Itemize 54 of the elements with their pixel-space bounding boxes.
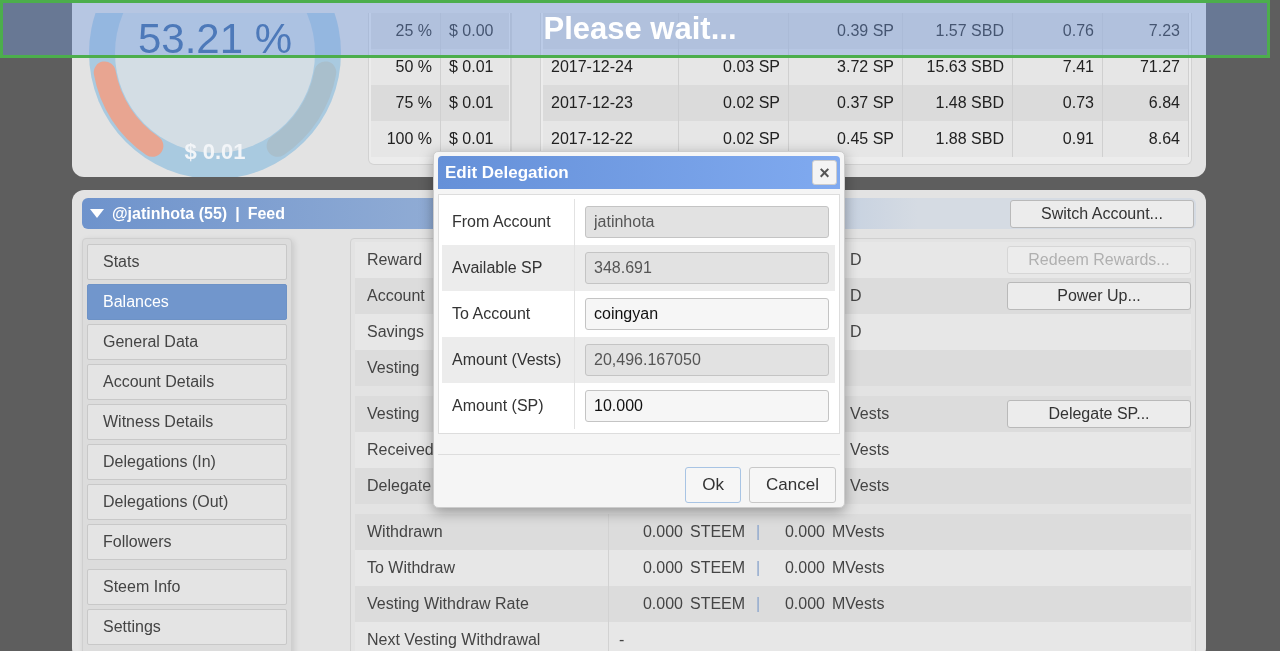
gauge-amount: $ 0.01 bbox=[184, 139, 246, 164]
separator-text: | bbox=[754, 595, 762, 613]
dialog-title: Edit Delegation bbox=[445, 162, 570, 183]
action-button[interactable]: Delegate SP... bbox=[1007, 400, 1191, 428]
loading-text: Please wait... bbox=[542, 11, 737, 47]
table-cell: 1.88 SBD bbox=[903, 121, 1013, 157]
close-button[interactable]: × bbox=[812, 160, 837, 185]
sidebar-item[interactable]: Followers bbox=[87, 524, 287, 560]
sidebar-item[interactable]: Delegations (In) bbox=[87, 444, 287, 480]
account-name: @jatinhota (55) bbox=[112, 204, 228, 223]
field-label: Amount (SP) bbox=[442, 383, 575, 429]
unit-text: STEEM bbox=[689, 559, 747, 577]
amount-text: 0.000 bbox=[783, 523, 825, 541]
sidebar-item[interactable]: Stats bbox=[87, 244, 287, 280]
input-field[interactable]: 348.691 bbox=[585, 252, 829, 284]
unit-text: STEEM bbox=[689, 523, 747, 541]
amount-text: 0.000 bbox=[641, 595, 683, 613]
action-button[interactable]: Power Up... bbox=[1007, 282, 1191, 310]
unit-text: MVests bbox=[831, 559, 886, 577]
table-cell: 8.64 bbox=[1103, 121, 1189, 157]
input-field[interactable]: coingyan bbox=[585, 298, 829, 330]
unit-text: MVests bbox=[831, 595, 886, 613]
dialog-button[interactable]: Cancel bbox=[749, 467, 836, 503]
sidebar-item[interactable]: Account Details bbox=[87, 364, 287, 400]
switch-account-button[interactable]: Switch Account... bbox=[1010, 199, 1194, 228]
value-text: Vests bbox=[849, 441, 891, 459]
unit-text: MVests bbox=[831, 523, 886, 541]
amount-text: 0.000 bbox=[641, 559, 683, 577]
sidebar-item[interactable]: Witness Details bbox=[87, 404, 287, 440]
value-text: D bbox=[849, 251, 863, 269]
value-text: D bbox=[849, 287, 863, 305]
value-text: Vests bbox=[849, 405, 891, 423]
separator-text: | bbox=[754, 559, 762, 577]
value-text: Vests bbox=[849, 477, 891, 495]
dialog-button[interactable]: Ok bbox=[685, 467, 742, 503]
row-label: Next Vesting Withdrawal bbox=[355, 622, 609, 651]
table-cell: 0.91 bbox=[1013, 121, 1103, 157]
sidebar-item[interactable]: General Data bbox=[87, 324, 287, 360]
input-field[interactable]: jatinhota bbox=[585, 206, 829, 238]
sidebar-item[interactable]: Delegations (Out) bbox=[87, 484, 287, 520]
amount-text: 0.000 bbox=[641, 523, 683, 541]
amount-text: 0.000 bbox=[783, 595, 825, 613]
value-text: D bbox=[849, 323, 863, 341]
gauge-percent: 53.21 % bbox=[137, 15, 293, 62]
value-text: - bbox=[618, 631, 626, 649]
amount-text: 0.000 bbox=[783, 559, 825, 577]
input-field[interactable]: 20,496.167050 bbox=[585, 344, 829, 376]
sidebar-item[interactable]: Settings bbox=[87, 609, 287, 645]
separator-text: | bbox=[754, 523, 762, 541]
separator-text: | bbox=[235, 204, 240, 223]
caret-icon[interactable] bbox=[90, 209, 104, 218]
unit-text: STEEM bbox=[689, 595, 747, 613]
sidebar-item[interactable]: Steem Info bbox=[87, 569, 287, 605]
input-field[interactable]: 10.000 bbox=[585, 390, 829, 422]
